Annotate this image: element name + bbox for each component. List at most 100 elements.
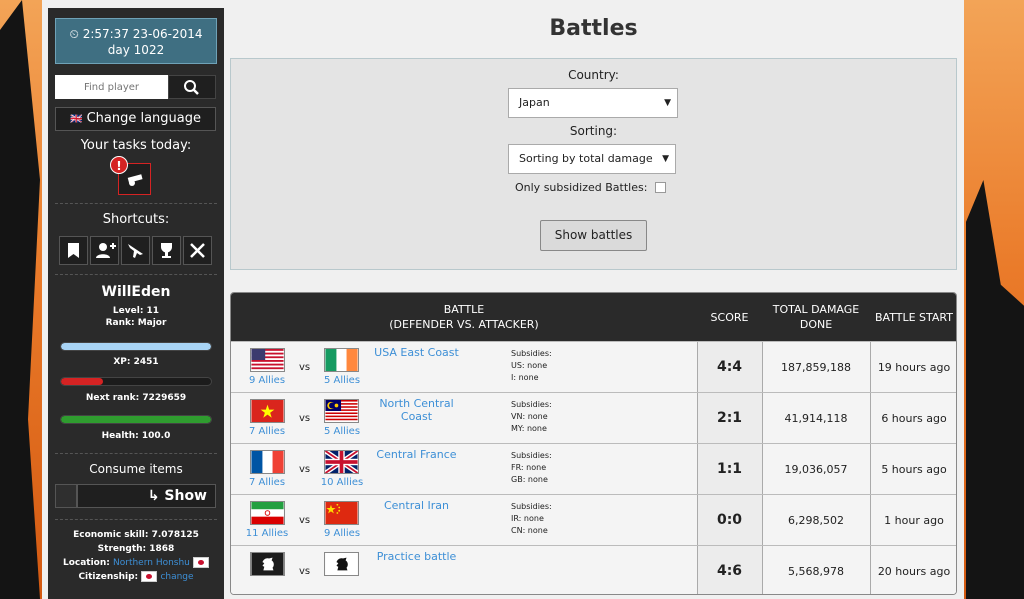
citizenship-line: Citizenship: change xyxy=(48,570,224,584)
clock-icon: ⏲ xyxy=(69,27,79,41)
defender-allies-link[interactable]: 7 Allies xyxy=(242,477,292,488)
battle-start-time: 5 hours ago xyxy=(881,463,947,476)
country-select[interactable]: Japan ▼ xyxy=(508,88,678,118)
change-language-button[interactable]: 🇬🇧 Change language xyxy=(55,107,216,131)
rank-bar-fill xyxy=(61,378,103,385)
location-link[interactable]: Northern Honshu xyxy=(113,558,190,568)
defender-allies-link[interactable]: 7 Allies xyxy=(242,426,292,437)
attacker-flag-icon[interactable] xyxy=(324,552,359,576)
battle-region-link[interactable]: Central Iran xyxy=(369,499,464,512)
battle-region-link[interactable]: Central France xyxy=(369,448,464,461)
next-rank-label: Next rank: 7229659 xyxy=(85,393,187,403)
defender-allies-link[interactable]: 9 Allies xyxy=(242,375,292,386)
clock-day: day 1022 xyxy=(107,43,165,57)
shortcuts-title: Shortcuts: xyxy=(102,212,170,227)
subsidies-title: Subsidies: xyxy=(511,451,552,460)
subsidies-title: Subsidies: xyxy=(511,502,552,511)
header-battle: BATTLE (DEFENDER VS. ATTACKER) xyxy=(231,293,697,341)
subsidies-title: Subsidies: xyxy=(511,400,552,409)
shortcut-trophy[interactable] xyxy=(152,236,181,265)
defender-flag-icon[interactable] xyxy=(250,450,285,474)
economic-skill: Economic skill: 7.078125 xyxy=(73,530,199,540)
total-damage: 19,036,057 xyxy=(784,463,848,476)
show-battles-button[interactable]: Show battles xyxy=(540,220,647,251)
health-bar-fill xyxy=(61,416,211,423)
subsidies-defender: VN: none xyxy=(511,412,548,421)
sorting-select-value: Sorting by total damage xyxy=(519,152,653,165)
rank-bar xyxy=(60,377,212,386)
vs-label: vs xyxy=(299,515,311,526)
header-battle-line1: BATTLE xyxy=(443,303,485,316)
strength: Strength: 1868 xyxy=(97,544,175,554)
subsidies-attacker: GB: none xyxy=(511,475,548,484)
server-clock: ⏲ 2:57:37 23-06-2014 day 1022 xyxy=(55,18,217,64)
consume-toggle[interactable] xyxy=(55,484,77,508)
search-button[interactable] xyxy=(168,75,216,99)
header-battle-line2: (DEFENDER VS. ATTACKER) xyxy=(389,318,539,331)
battle-start-time: 1 hour ago xyxy=(884,514,944,527)
attacker-allies-link[interactable]: 5 Allies xyxy=(317,426,367,437)
japan-flag-icon xyxy=(193,557,210,568)
subsidies-info: Subsidies: US: none I: none xyxy=(511,348,552,384)
task-alert-badge: ! xyxy=(110,156,128,174)
header-battle-start: BATTLE START xyxy=(875,310,953,324)
battle-score: 0:0 xyxy=(716,512,743,528)
header-damage-line2: DONE xyxy=(799,318,833,331)
total-damage: 187,859,188 xyxy=(781,361,851,374)
attacker-allies-link[interactable]: 5 Allies xyxy=(317,375,367,386)
shortcut-tools[interactable] xyxy=(183,236,212,265)
japan-flag-icon xyxy=(141,571,158,582)
table-row[interactable]: 11 Allies vs 9 Allies Central Iran Subsi… xyxy=(231,494,956,545)
attacker-allies-link[interactable]: 9 Allies xyxy=(317,528,367,539)
attacker-flag-icon[interactable] xyxy=(324,450,359,474)
attacker-flag-icon[interactable] xyxy=(324,399,359,423)
bookmark-icon xyxy=(68,243,79,258)
defender-flag-icon[interactable] xyxy=(250,501,285,525)
table-row[interactable]: vs Practice battle 4:6 5,568,978 20 hour… xyxy=(231,545,956,594)
uk-flag-icon: 🇬🇧 xyxy=(69,114,83,125)
battle-region-link[interactable]: USA East Coast xyxy=(369,346,464,359)
header-damage-line1: TOTAL DAMAGE xyxy=(772,303,860,316)
attacker-flag-icon[interactable] xyxy=(324,501,359,525)
table-row[interactable]: 7 Allies vs 10 Allies Central France Sub… xyxy=(231,443,956,494)
battle-region-link[interactable]: Practice battle xyxy=(369,550,464,563)
total-damage: 6,298,502 xyxy=(788,514,844,527)
battle-score: 2:1 xyxy=(716,410,743,426)
jet-icon xyxy=(128,244,143,258)
change-language-label: Change language xyxy=(86,111,202,126)
attacker-flag-icon[interactable] xyxy=(324,348,359,372)
citizenship-label: Citizenship: xyxy=(78,572,139,582)
battle-score: 4:6 xyxy=(716,563,743,579)
defender-flag-icon[interactable] xyxy=(250,348,285,372)
table-row[interactable]: 7 Allies vs 5 Allies North Central Coast… xyxy=(231,392,956,443)
location-label: Location: xyxy=(62,558,110,568)
find-player-input[interactable] xyxy=(55,75,168,99)
tools-icon xyxy=(190,243,205,258)
table-row[interactable]: 9 Allies vs 5 Allies USA East Coast Subs… xyxy=(231,341,956,392)
table-header: BATTLE (DEFENDER VS. ATTACKER) SCORE TOTA… xyxy=(231,293,956,341)
sorting-select[interactable]: Sorting by total damage ▼ xyxy=(508,144,676,174)
header-damage: TOTAL DAMAGE DONE xyxy=(762,293,870,341)
shortcut-user-add[interactable] xyxy=(90,236,119,265)
subsidized-checkbox[interactable] xyxy=(655,182,666,193)
subsidies-info: Subsidies: IR: none CN: none xyxy=(511,501,552,537)
user-add-icon xyxy=(96,243,116,258)
defender-flag-icon[interactable] xyxy=(250,552,285,576)
arrow-return-icon: ↳ xyxy=(147,488,160,504)
citizenship-change-link[interactable]: change xyxy=(160,572,193,582)
caret-down-icon: ▼ xyxy=(664,98,671,108)
attacker-allies-link[interactable]: 10 Allies xyxy=(317,477,367,488)
show-items-button[interactable]: ↳ Show xyxy=(77,484,216,508)
battle-region-link[interactable]: North Central Coast xyxy=(369,397,464,423)
defender-flag-icon[interactable] xyxy=(250,399,285,423)
subsidies-attacker: CN: none xyxy=(511,526,548,535)
vs-label: vs xyxy=(299,566,311,577)
subsidies-info: Subsidies: VN: none MY: none xyxy=(511,399,552,435)
username: WillEden xyxy=(101,284,171,300)
shortcut-jet[interactable] xyxy=(121,236,150,265)
defender-allies-link[interactable]: 11 Allies xyxy=(242,528,292,539)
clock-time: 2:57:37 23-06-2014 xyxy=(82,27,203,41)
health-bar xyxy=(60,415,212,424)
shortcut-bookmark[interactable] xyxy=(59,236,88,265)
subsidies-defender: IR: none xyxy=(511,514,544,523)
